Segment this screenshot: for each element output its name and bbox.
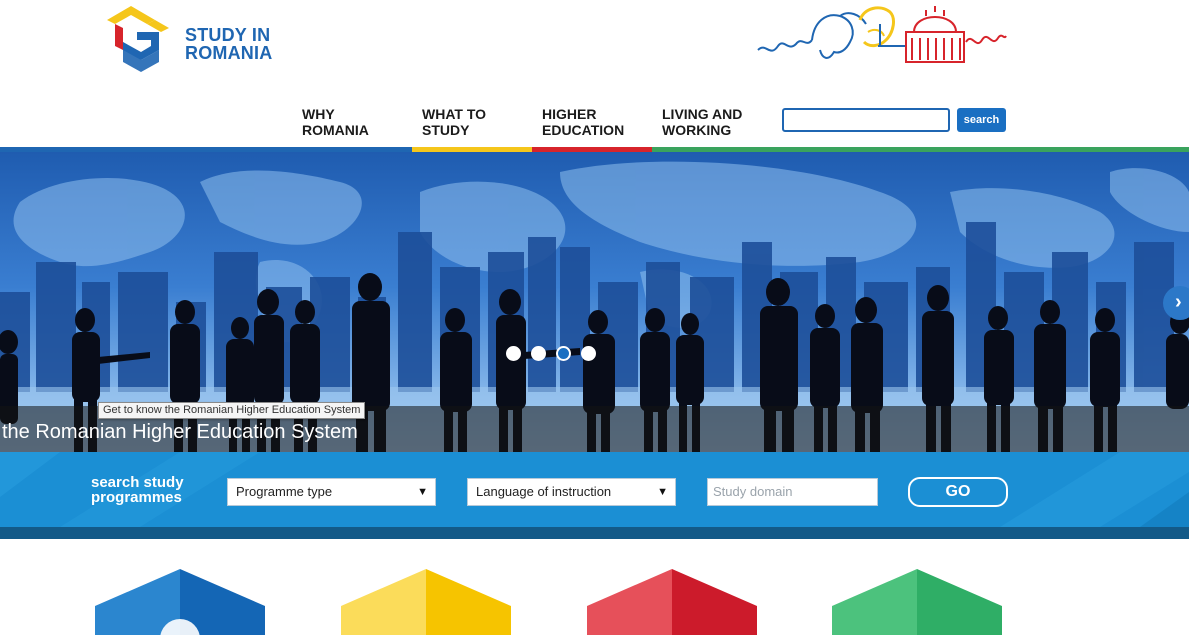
- band-bottom-stripe: [0, 527, 1189, 539]
- nav-label-line-1: WHY: [302, 106, 335, 122]
- nav-label-line-1: HIGHER: [542, 106, 597, 122]
- nav-label-line-1: LIVING AND: [662, 106, 743, 122]
- logo-line-2: ROMANIA: [185, 43, 273, 63]
- study-in-romania-logo[interactable]: STUDY IN ROMANIA: [97, 2, 297, 78]
- study-search-title-line-2: programmes: [91, 489, 182, 506]
- site-search-button[interactable]: search: [957, 108, 1006, 132]
- study-search-title: search study programmes: [91, 475, 184, 505]
- slide-dot-2[interactable]: [531, 346, 546, 361]
- chevron-down-icon: ▼: [657, 486, 668, 498]
- nav-label-line-2: EDUCATION: [542, 122, 625, 138]
- category-tiles: [0, 539, 1189, 635]
- study-domain-input[interactable]: Study domain: [707, 478, 878, 506]
- chevron-right-icon[interactable]: ›: [1163, 286, 1189, 320]
- slide-dot-3[interactable]: [556, 346, 571, 361]
- nav-living-and-working[interactable]: LIVING AND WORKING: [652, 106, 772, 138]
- nav-label-line-2: WORKING: [662, 122, 732, 138]
- logo-mark-icon: [107, 6, 169, 72]
- programme-type-value: Programme type: [236, 484, 333, 499]
- site-search-input[interactable]: [782, 108, 950, 132]
- slide-dot-1[interactable]: [506, 346, 521, 361]
- nav-what-to-study[interactable]: WHAT TO STUDY: [412, 106, 532, 138]
- language-select[interactable]: Language of instruction ▼: [467, 478, 676, 506]
- nav-label-line-1: WHAT TO: [422, 106, 487, 122]
- programme-type-select[interactable]: Programme type ▼: [227, 478, 436, 506]
- caption-tooltip: Get to know the Romanian Higher Educatio…: [98, 402, 366, 419]
- language-value: Language of instruction: [476, 484, 612, 499]
- chevron-down-icon: ▼: [417, 486, 428, 498]
- category-tile-yellow[interactable]: [341, 569, 511, 635]
- category-tile-red[interactable]: [587, 569, 757, 635]
- site-header: STUDY IN ROMANIA WHY ROMANIA WHAT TO STU…: [0, 0, 1189, 152]
- romania-culture-illustration: [757, 6, 1007, 63]
- nav-higher-education[interactable]: HIGHER EDUCATION: [532, 106, 652, 138]
- go-button[interactable]: GO: [908, 477, 1008, 507]
- slide-dot-4[interactable]: [581, 346, 596, 361]
- nav-why-romania[interactable]: WHY ROMANIA: [292, 106, 412, 138]
- nav-label-line-2: STUDY: [422, 122, 470, 138]
- slide-caption[interactable]: the Romanian Higher Education System: [2, 421, 358, 444]
- category-tile-blue[interactable]: [95, 569, 265, 635]
- study-search-title-line-1: search study: [91, 474, 184, 491]
- logo-line-1: STUDY IN: [185, 25, 271, 45]
- logo-text: STUDY IN ROMANIA: [185, 26, 272, 62]
- category-tile-green[interactable]: [832, 569, 1002, 635]
- nav-label-line-2: ROMANIA: [302, 122, 369, 138]
